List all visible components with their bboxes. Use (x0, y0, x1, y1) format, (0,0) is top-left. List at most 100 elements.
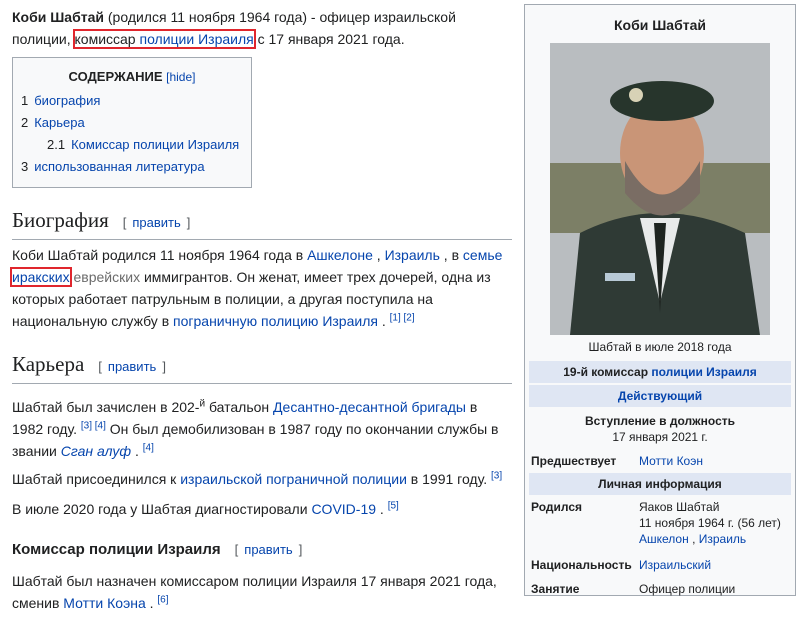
incumbent-band: Действующий (529, 385, 791, 407)
toc-item-references[interactable]: 3 использованная литература (21, 156, 243, 178)
reference-link[interactable]: [5] (388, 500, 399, 511)
toc-link[interactable]: биография (34, 93, 100, 108)
reference-link[interactable]: [6] (157, 594, 168, 605)
intro-paragraph: Коби Шабтай (родился 11 ноября 1964 года… (12, 6, 512, 50)
link-israel-infobox[interactable]: Израиль (699, 532, 746, 546)
edit-bracket: ] (186, 215, 191, 230)
biography-paragraph: Коби Шабтай родился 11 ноября 1964 года … (10, 244, 512, 332)
office-title: 19-й комиссар (563, 365, 652, 379)
link-rank[interactable]: Сган алуф (61, 443, 131, 459)
reference-links[interactable]: [1] [2] (390, 312, 415, 323)
assumed-office-label: Вступление в должность (584, 414, 736, 428)
portrait-photo[interactable] (550, 43, 770, 335)
link-iraqi-highlighted[interactable]: иракских (10, 267, 72, 287)
toc-hide-link[interactable]: [hide] (166, 70, 195, 84)
toc-number: 1 (21, 93, 29, 108)
born-label: Родился (531, 500, 583, 514)
nationality-label: Национальность (531, 558, 632, 572)
toc-title: СОДЕРЖАНИЕ [hide] (21, 66, 243, 88)
link-israel-police-infobox[interactable]: полиции Израиля (651, 365, 756, 379)
text-jewish: еврейских (69, 269, 141, 285)
link-nationality[interactable]: Израильский (639, 558, 711, 572)
link-border-police[interactable]: пограничную полицию Израиля (173, 313, 378, 329)
toc-link[interactable]: Карьера (34, 115, 85, 130)
toc-number: 2.1 (47, 137, 66, 152)
heading-commissioner: Комиссар полиции Израиля [ править] (12, 538, 512, 562)
link-motti-cohen[interactable]: Мотти Коэна (63, 595, 145, 611)
link-ashkelon-infobox[interactable]: Ашкелон (639, 532, 689, 546)
edit-bracket: ] (298, 542, 303, 557)
highlight-box-commissar: комиссар полиции Израиля (72, 29, 256, 49)
nationality-row: Национальность Израильский (529, 557, 791, 573)
heading-text: Комиссар полиции Израиля (12, 541, 221, 558)
link-incumbent[interactable]: Действующий (618, 389, 702, 403)
text: , в (439, 247, 463, 263)
text: . (145, 595, 158, 611)
edit-section-biography: [ править] (123, 215, 191, 230)
edit-bracket: [ (234, 542, 239, 557)
reference-link[interactable]: [4] (143, 442, 154, 453)
career-paragraph-3: В июле 2020 года у Шабтая диагностировал… (12, 498, 512, 520)
link-israel-police[interactable]: полиции Израиля (139, 31, 253, 47)
office-band: 19-й комиссар полиции Израиля (529, 361, 791, 383)
intro-text-end: с 17 января 2021 года. (253, 31, 405, 47)
occupation-row: Занятие Офицер полиции (529, 581, 791, 597)
article-subject: Коби Шабтай (12, 9, 104, 25)
link-israel[interactable]: Израиль (385, 247, 440, 263)
commissar-text: комиссар (74, 31, 136, 47)
birth-name: Яаков Шабтай (639, 500, 720, 514)
toc-heading: СОДЕРЖАНИЕ (68, 69, 163, 84)
edit-bracket: ] (162, 359, 166, 374)
occupation-value: Офицер полиции (639, 582, 736, 596)
born-value: Яаков Шабтай 11 ноября 1964 г. (56 лет) … (639, 499, 791, 547)
reference-links[interactable]: [3] [4] (81, 420, 106, 431)
toc-item-career[interactable]: 2 Карьера (21, 112, 243, 134)
text: . (377, 313, 390, 329)
text: В июле 2020 года у Шабтая диагностировал… (12, 501, 312, 517)
heading-career: Карьера [ править] (12, 350, 512, 384)
link-border-police[interactable]: израильской пограничной полиции (180, 471, 407, 487)
text: батальон (205, 399, 274, 415)
link-covid[interactable]: COVID-19 (311, 501, 376, 517)
toc-number: 3 (21, 159, 29, 174)
text: , (372, 247, 385, 263)
heading-text: Биография (12, 208, 109, 232)
text: Коби Шабтай родился 11 ноября 1964 года … (12, 247, 308, 263)
toc-link[interactable]: использованная литература (34, 159, 204, 174)
link-family[interactable]: семье (463, 247, 503, 263)
birth-place: Ашкелон , Израиль (639, 531, 791, 547)
reference-link[interactable]: [3] (491, 470, 502, 481)
commissioner-paragraph: Шабтай был назначен комиссаром полиции И… (12, 570, 512, 614)
heading-biography: Биография [ править] (12, 206, 512, 240)
link-brigade[interactable]: Десантно-десантной бригады (273, 399, 466, 415)
heading-text: Карьера (12, 352, 85, 376)
toc-item-commissioner[interactable]: 2.1 Комиссар полиции Израиля (21, 134, 243, 156)
predecessor-row: Предшествует Мотти Коэн (529, 453, 791, 469)
infobox-title: Коби Шабтай (614, 17, 706, 33)
photo-caption: Шабтай в июле 2018 года (588, 340, 732, 354)
text: . (131, 443, 143, 459)
portrait-illustration (550, 43, 770, 335)
career-paragraph-2: Шабтай присоединился к израильской погра… (12, 468, 512, 490)
assumed-office-date: 17 января 2021 г. (612, 430, 708, 444)
link-predecessor[interactable]: Мотти Коэн (639, 454, 703, 468)
edit-section-commissioner: [ править] (235, 542, 303, 557)
text: . (376, 501, 388, 517)
birth-note: (родился 11 ноября 1964 года) (107, 9, 308, 25)
edit-link[interactable]: править (244, 542, 292, 557)
edit-bracket: [ (122, 215, 127, 230)
career-paragraph-1: Шабтай был зачислен в 202-й батальон Дес… (12, 396, 512, 462)
infobox: Коби Шабтай Шабтай в июле 2018 года 19-й… (524, 4, 796, 596)
born-row: Родился Яаков Шабтай 11 ноября 1964 г. (… (529, 499, 791, 547)
birth-date: 11 ноября 1964 г. (56 лет) (639, 516, 781, 530)
text: Шабтай был зачислен в 202- (12, 399, 200, 415)
toc-item-biography[interactable]: 1 биография (21, 90, 243, 112)
edit-bracket: [ (98, 359, 102, 374)
predecessor-label: Предшествует (531, 454, 617, 468)
text: в 1991 году. (406, 471, 491, 487)
toc-link[interactable]: Комиссар полиции Израиля (71, 137, 239, 152)
edit-link[interactable]: править (108, 359, 156, 374)
separator: , (688, 532, 699, 546)
edit-link[interactable]: править (132, 215, 180, 230)
link-ashkelon[interactable]: Ашкелоне (307, 247, 373, 263)
